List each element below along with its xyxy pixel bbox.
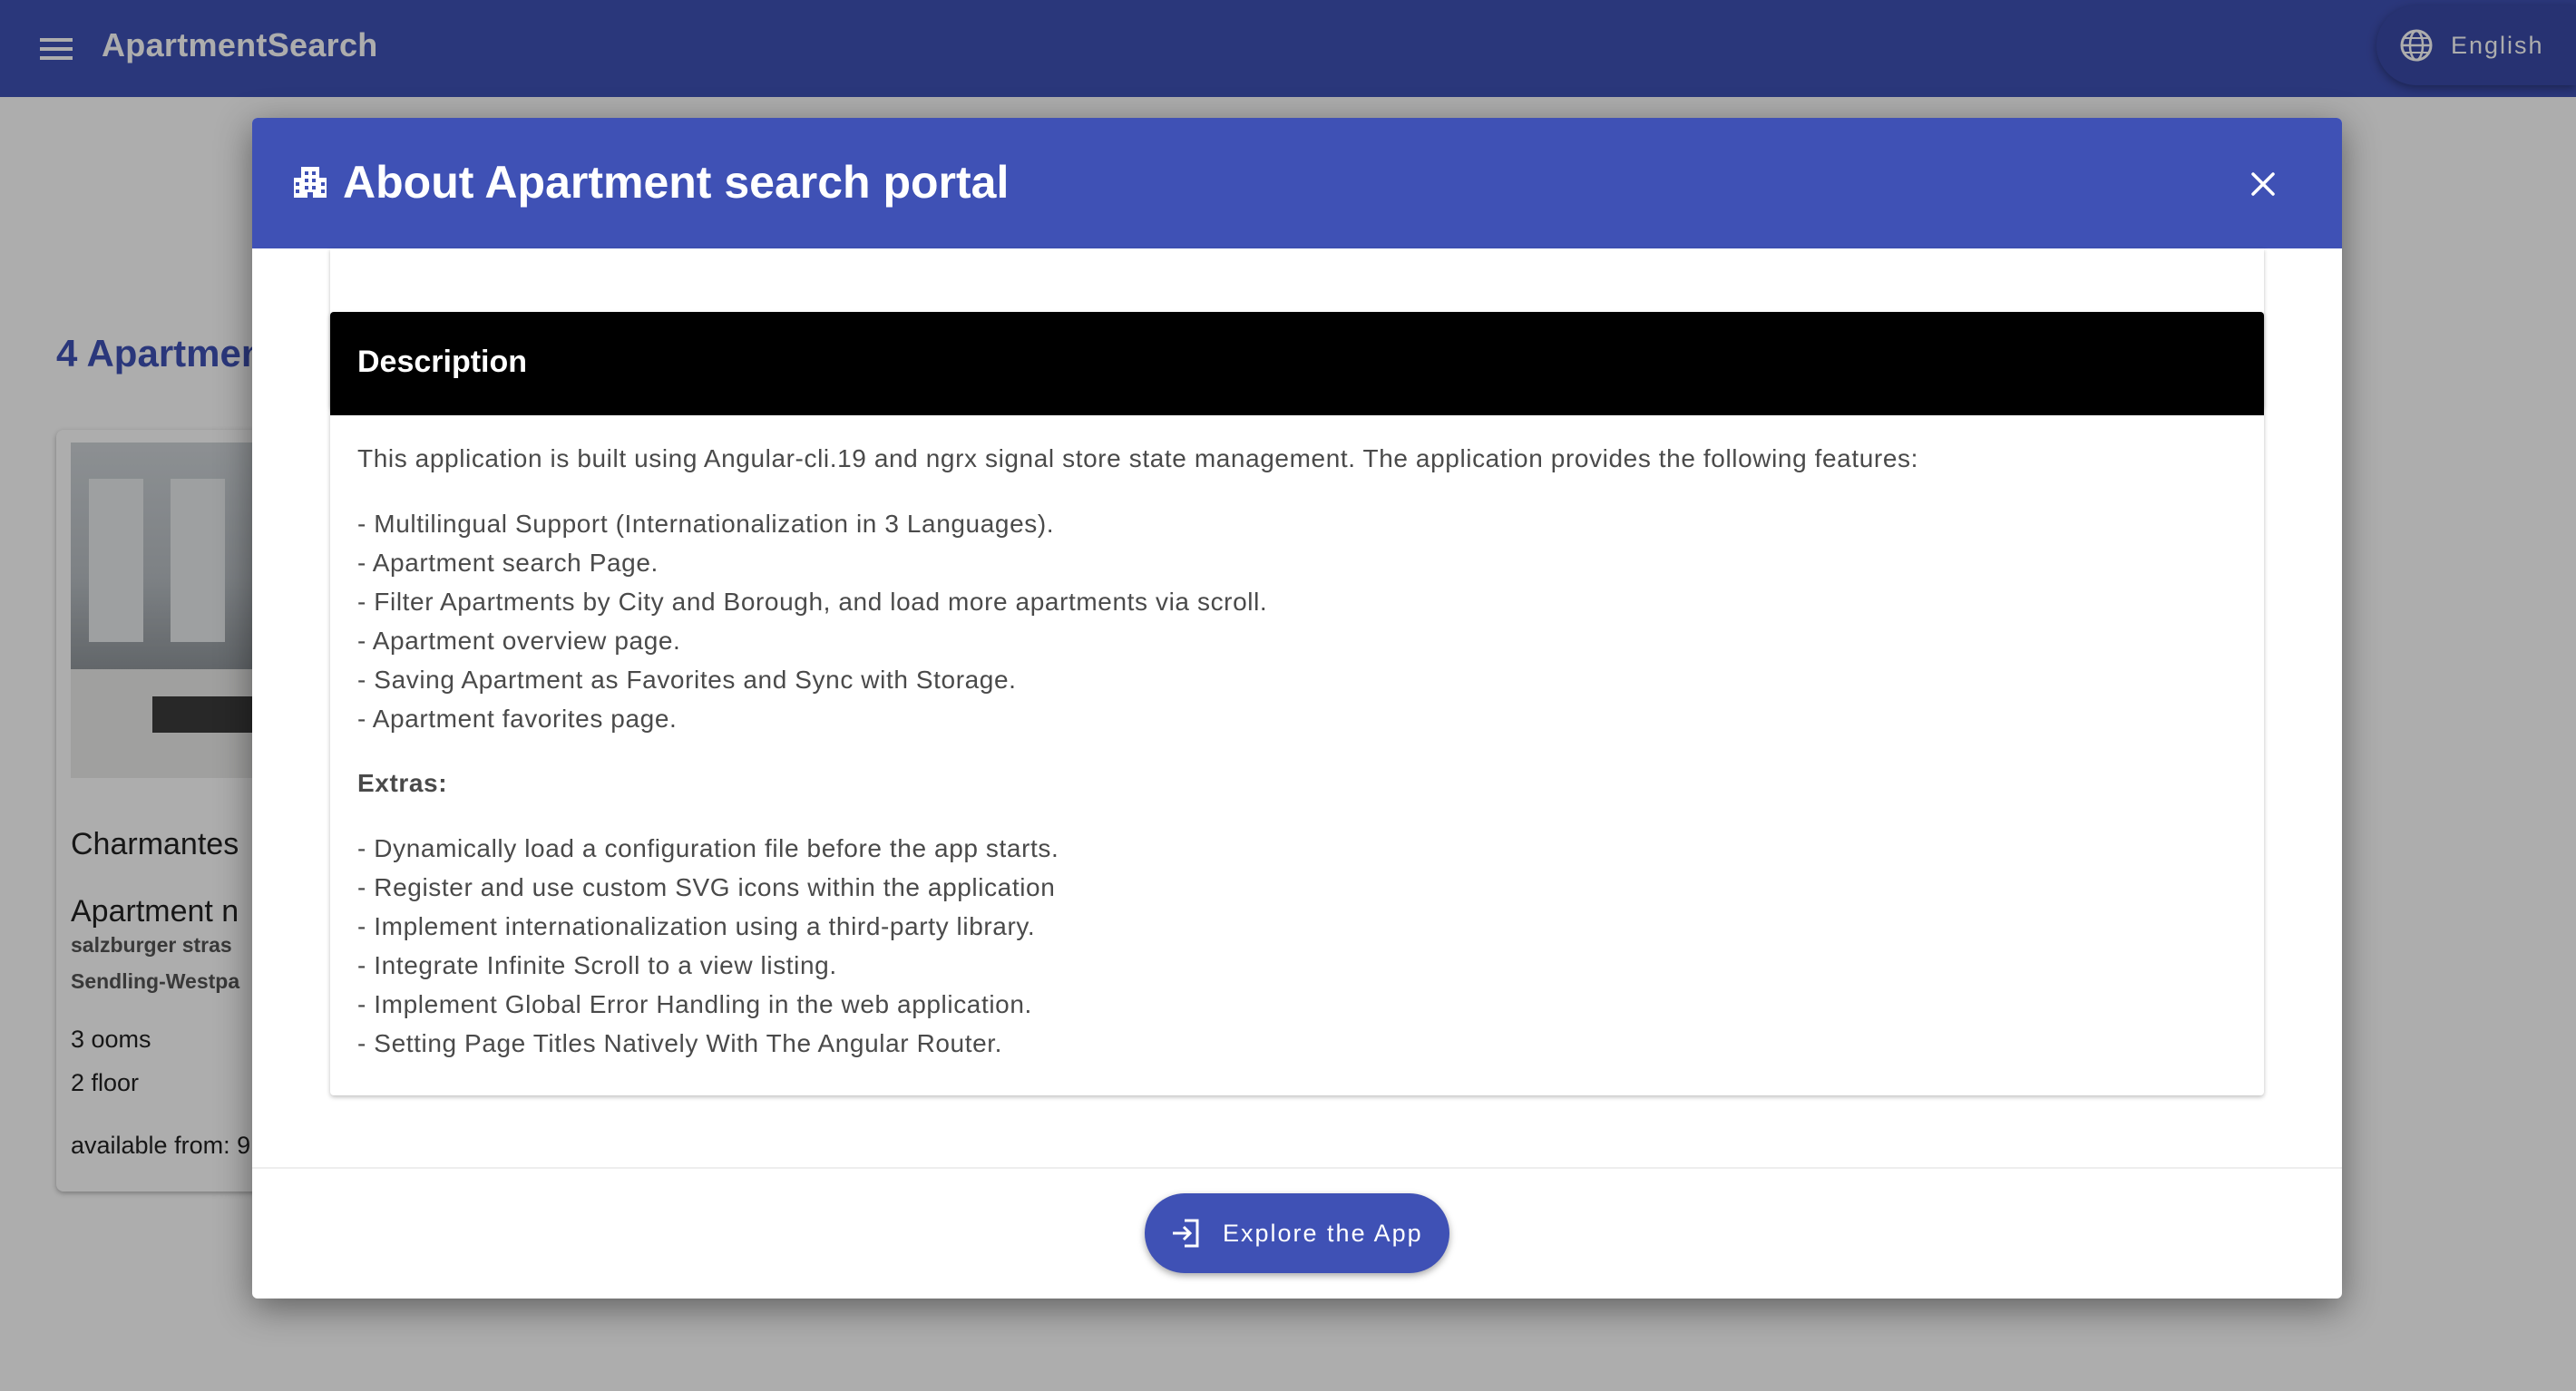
login-icon — [1173, 1219, 1199, 1248]
description-card: Description This application is built us… — [330, 312, 2264, 1095]
language-button[interactable]: English — [2376, 5, 2576, 85]
description-header: Description — [330, 312, 2264, 415]
list-item: - Implement Global Error Handling in the… — [357, 990, 1032, 1018]
list-item: - Saving Apartment as Favorites and Sync… — [357, 666, 1017, 694]
list-item: - Filter Apartments by City and Borough,… — [357, 588, 1268, 616]
list-item: - Multilingual Support (Internationaliza… — [357, 510, 1055, 538]
language-label: English — [2451, 31, 2544, 59]
list-item: - Register and use custom SVG icons with… — [357, 873, 1056, 901]
list-item: - Apartment search Page. — [357, 549, 659, 577]
app-toolbar: ApartmentSearch English — [0, 0, 2576, 97]
menu-icon — [40, 38, 73, 60]
list-item: - Integrate Infinite Scroll to a view li… — [357, 951, 837, 979]
description-body: This application is built using Angular-… — [357, 441, 2244, 1090]
list-item: - Setting Page Titles Natively With The … — [357, 1029, 1003, 1057]
explore-app-button[interactable]: Explore the App — [1145, 1193, 1449, 1273]
menu-button[interactable] — [34, 27, 78, 71]
extras-label: Extras: — [357, 769, 448, 797]
dialog-title: About Apartment search portal — [343, 157, 1010, 208]
close-icon — [2251, 172, 2275, 196]
explore-app-label: Explore the App — [1223, 1219, 1423, 1247]
features-list: - Multilingual Support (Internationaliza… — [357, 504, 2244, 738]
description-title: Description — [357, 345, 528, 379]
dialog-header: About Apartment search portal — [252, 118, 2342, 248]
list-item: - Apartment favorites page. — [357, 705, 678, 733]
list-item: - Dynamically load a configuration file … — [357, 834, 1059, 862]
extras-list: - Dynamically load a configuration file … — [357, 829, 2244, 1063]
list-item: - Apartment overview page. — [357, 627, 681, 655]
globe-icon — [2400, 29, 2433, 62]
description-intro: This application is built using Angular-… — [357, 444, 1918, 472]
dialog-actions-divider — [252, 1167, 2342, 1169]
about-dialog: About Apartment search portal Descriptio… — [252, 118, 2342, 1299]
list-item: - Implement internationalization using a… — [357, 912, 1036, 940]
building-icon — [294, 167, 327, 198]
app-title[interactable]: ApartmentSearch — [102, 24, 378, 67]
close-button[interactable] — [2239, 160, 2288, 209]
